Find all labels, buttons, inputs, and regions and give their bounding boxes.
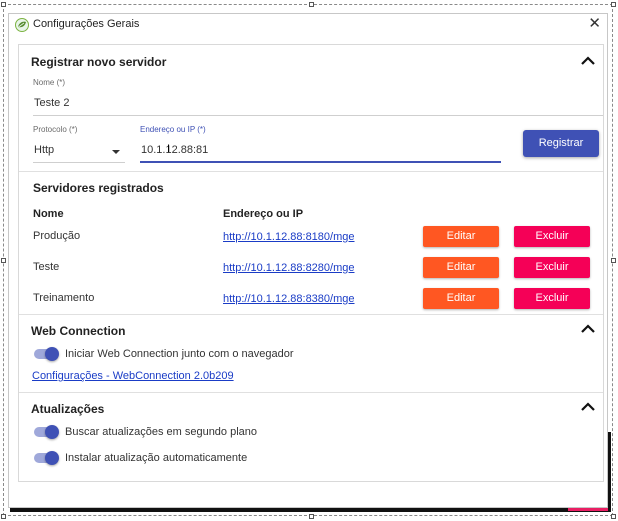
protocol-field-label: Protocolo (*) [33,125,78,134]
window-title: Configurações Gerais [33,18,140,30]
dropdown-arrow-icon[interactable] [112,150,120,154]
leaf-logo-icon [15,18,29,32]
name-field-underline [33,115,603,116]
resize-handle[interactable] [1,514,6,519]
chevron-up-icon[interactable] [579,54,597,68]
address-underline [140,161,501,163]
settings-panel: Registrar novo servidor Nome (*) Teste 2… [18,44,604,482]
server-url-link[interactable]: http://10.1.12.88:8280/mge [223,262,355,274]
auto-install-toggle[interactable] [33,451,59,465]
resize-handle[interactable] [1,2,6,7]
section-divider [19,314,603,315]
register-button[interactable]: Registrar [523,130,599,157]
edit-button[interactable]: Editar [423,288,499,309]
toggle-thumb [45,451,59,465]
toggle-thumb [45,425,59,439]
backdrop-accent [568,508,608,511]
chevron-up-icon[interactable] [579,400,597,414]
section-title-web-connection: Web Connection [31,324,126,338]
web-connection-settings-link[interactable]: Configurações - WebConnection 2.0b209 [32,370,234,382]
server-url-link[interactable]: http://10.1.12.88:8180/mge [223,231,355,243]
delete-button[interactable]: Excluir [514,288,590,309]
resize-handle[interactable] [309,2,314,7]
resize-handle[interactable] [611,258,616,263]
text-cursor-icon: I [167,143,171,155]
section-divider [19,392,603,393]
address-field-label: Endereço ou IP (*) [140,125,206,134]
resize-handle[interactable] [611,514,616,519]
web-connection-toggle[interactable] [33,347,59,361]
edit-button[interactable]: Editar [423,257,499,278]
edit-button[interactable]: Editar [423,226,499,247]
name-field-label: Nome (*) [33,78,66,87]
close-icon[interactable]: ✕ [588,16,601,32]
column-header-address: Endereço ou IP [223,208,304,220]
chevron-up-icon[interactable] [579,322,597,336]
section-title-updates: Atualizações [31,402,105,416]
server-name: Teste [33,261,60,273]
title-bar: Configurações Gerais ✕ [9,14,607,36]
name-field[interactable]: Teste 2 [34,97,69,109]
section-divider [19,171,603,172]
delete-button[interactable]: Excluir [514,257,590,278]
protocol-underline [33,162,125,163]
server-name: Produção [33,230,81,242]
resize-handle[interactable] [1,258,6,263]
background-updates-toggle[interactable] [33,425,59,439]
server-url-link[interactable]: http://10.1.12.88:8380/mge [223,293,355,305]
section-title-register: Registrar novo servidor [31,55,167,69]
protocol-select[interactable]: Http [34,144,54,156]
column-header-name: Nome [33,208,64,220]
settings-dialog: Configurações Gerais ✕ Registrar novo se… [8,13,608,508]
address-field[interactable]: 10.1.12.88:81 [141,144,208,156]
section-title-servers: Servidores registrados [33,181,164,195]
resize-handle[interactable] [309,514,314,519]
web-connection-toggle-label: Iniciar Web Connection junto com o naveg… [65,348,294,360]
backdrop-edge [10,508,611,512]
toggle-thumb [45,347,59,361]
auto-install-label: Instalar atualização automaticamente [65,452,248,464]
server-name: Treinamento [33,292,95,304]
delete-button[interactable]: Excluir [514,226,590,247]
background-updates-label: Buscar atualizações em segundo plano [65,426,258,438]
resize-handle[interactable] [611,2,616,7]
